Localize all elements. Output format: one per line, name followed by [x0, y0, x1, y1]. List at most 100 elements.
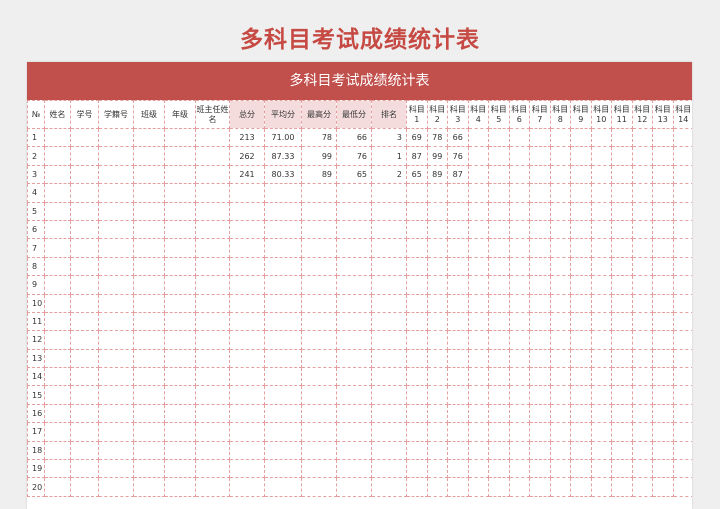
cell-subject-score[interactable]	[467, 422, 489, 442]
cell-rank[interactable]	[371, 311, 407, 332]
cell-no[interactable]: 20	[27, 477, 45, 497]
cell-student-id[interactable]	[70, 183, 99, 203]
cell-subject-score[interactable]	[611, 385, 633, 405]
header-min[interactable]: 最低分	[336, 100, 372, 129]
cell-class[interactable]	[133, 422, 165, 442]
cell-name[interactable]	[44, 127, 71, 148]
cell-teacher[interactable]	[195, 293, 230, 313]
cell-subject-score[interactable]	[570, 459, 592, 479]
cell-max[interactable]	[301, 275, 337, 295]
cell-subject-score[interactable]	[406, 238, 428, 258]
cell-register-no[interactable]	[98, 367, 134, 387]
cell-subject-score[interactable]	[447, 311, 469, 332]
cell-subject-score[interactable]	[488, 164, 510, 185]
cell-total[interactable]: 262	[229, 146, 265, 166]
cell-subject-score[interactable]	[652, 440, 674, 461]
cell-no[interactable]: 10	[27, 293, 45, 313]
cell-subject-score[interactable]	[488, 477, 510, 497]
cell-subject-score[interactable]: 99	[426, 146, 448, 166]
header-name[interactable]: 姓名	[44, 100, 71, 129]
cell-subject-score[interactable]	[529, 183, 551, 203]
cell-register-no[interactable]	[98, 311, 134, 332]
cell-rank[interactable]	[371, 330, 407, 350]
cell-subject-score[interactable]	[611, 256, 633, 277]
cell-subject-score[interactable]	[611, 348, 633, 369]
cell-subject-score[interactable]: 76	[447, 146, 469, 166]
cell-subject-score[interactable]	[570, 183, 592, 203]
cell-no[interactable]: 6	[27, 219, 45, 240]
cell-average[interactable]	[264, 311, 302, 332]
cell-total[interactable]	[229, 275, 265, 295]
cell-subject-score[interactable]	[672, 219, 692, 240]
cell-subject-score[interactable]	[570, 403, 592, 424]
cell-subject-score[interactable]	[590, 385, 612, 405]
cell-register-no[interactable]	[98, 146, 134, 166]
cell-subject-score[interactable]	[406, 275, 428, 295]
cell-min[interactable]	[336, 385, 372, 405]
cell-subject-score[interactable]	[529, 146, 551, 166]
cell-max[interactable]	[301, 459, 337, 479]
cell-subject-score[interactable]	[426, 348, 448, 369]
cell-register-no[interactable]	[98, 238, 134, 258]
cell-teacher[interactable]	[195, 183, 230, 203]
cell-subject-score[interactable]	[529, 348, 551, 369]
cell-register-no[interactable]	[98, 477, 134, 497]
cell-subject-score[interactable]	[508, 440, 530, 461]
cell-grade[interactable]	[164, 256, 196, 277]
cell-average[interactable]	[264, 385, 302, 405]
cell-subject-score[interactable]	[406, 422, 428, 442]
cell-name[interactable]	[44, 219, 71, 240]
cell-grade[interactable]	[164, 367, 196, 387]
cell-grade[interactable]	[164, 385, 196, 405]
cell-subject-score[interactable]	[447, 275, 469, 295]
cell-subject-score[interactable]	[590, 459, 612, 479]
cell-max[interactable]	[301, 219, 337, 240]
cell-subject-score[interactable]	[508, 275, 530, 295]
cell-subject-score[interactable]: 87	[447, 164, 469, 185]
cell-subject-score[interactable]	[611, 146, 633, 166]
cell-subject-score[interactable]	[467, 127, 489, 148]
cell-total[interactable]	[229, 348, 265, 369]
cell-subject-score[interactable]	[631, 385, 653, 405]
cell-subject-score[interactable]	[652, 201, 674, 221]
cell-subject-score[interactable]	[529, 311, 551, 332]
cell-rank[interactable]	[371, 422, 407, 442]
cell-subject-score[interactable]	[426, 422, 448, 442]
cell-average[interactable]	[264, 201, 302, 221]
cell-student-id[interactable]	[70, 403, 99, 424]
cell-rank[interactable]	[371, 219, 407, 240]
cell-name[interactable]	[44, 201, 71, 221]
cell-subject-score[interactable]	[447, 403, 469, 424]
cell-rank[interactable]	[371, 403, 407, 424]
cell-subject-score[interactable]	[631, 367, 653, 387]
cell-subject-score[interactable]	[631, 293, 653, 313]
cell-subject-score[interactable]	[406, 293, 428, 313]
cell-subject-score[interactable]	[652, 164, 674, 185]
cell-subject-score[interactable]	[672, 146, 692, 166]
cell-subject-score[interactable]	[611, 477, 633, 497]
cell-grade[interactable]	[164, 422, 196, 442]
cell-subject-score[interactable]	[529, 385, 551, 405]
cell-rank[interactable]	[371, 293, 407, 313]
cell-name[interactable]	[44, 164, 71, 185]
cell-teacher[interactable]	[195, 459, 230, 479]
header-average[interactable]: 平均分	[264, 100, 302, 129]
cell-subject-score[interactable]	[488, 183, 510, 203]
cell-subject-score[interactable]	[467, 440, 489, 461]
cell-subject-score[interactable]	[631, 256, 653, 277]
header-subject-8[interactable]: 科目 8	[549, 100, 571, 129]
cell-max[interactable]	[301, 385, 337, 405]
cell-teacher[interactable]	[195, 201, 230, 221]
cell-subject-score[interactable]	[549, 275, 571, 295]
cell-subject-score[interactable]	[672, 422, 692, 442]
cell-name[interactable]	[44, 293, 71, 313]
cell-subject-score[interactable]	[672, 477, 692, 497]
cell-total[interactable]	[229, 385, 265, 405]
cell-subject-score[interactable]	[447, 238, 469, 258]
cell-subject-score[interactable]	[406, 256, 428, 277]
cell-class[interactable]	[133, 201, 165, 221]
cell-max[interactable]	[301, 201, 337, 221]
cell-rank[interactable]	[371, 275, 407, 295]
cell-no[interactable]: 15	[27, 385, 45, 405]
cell-name[interactable]	[44, 440, 71, 461]
